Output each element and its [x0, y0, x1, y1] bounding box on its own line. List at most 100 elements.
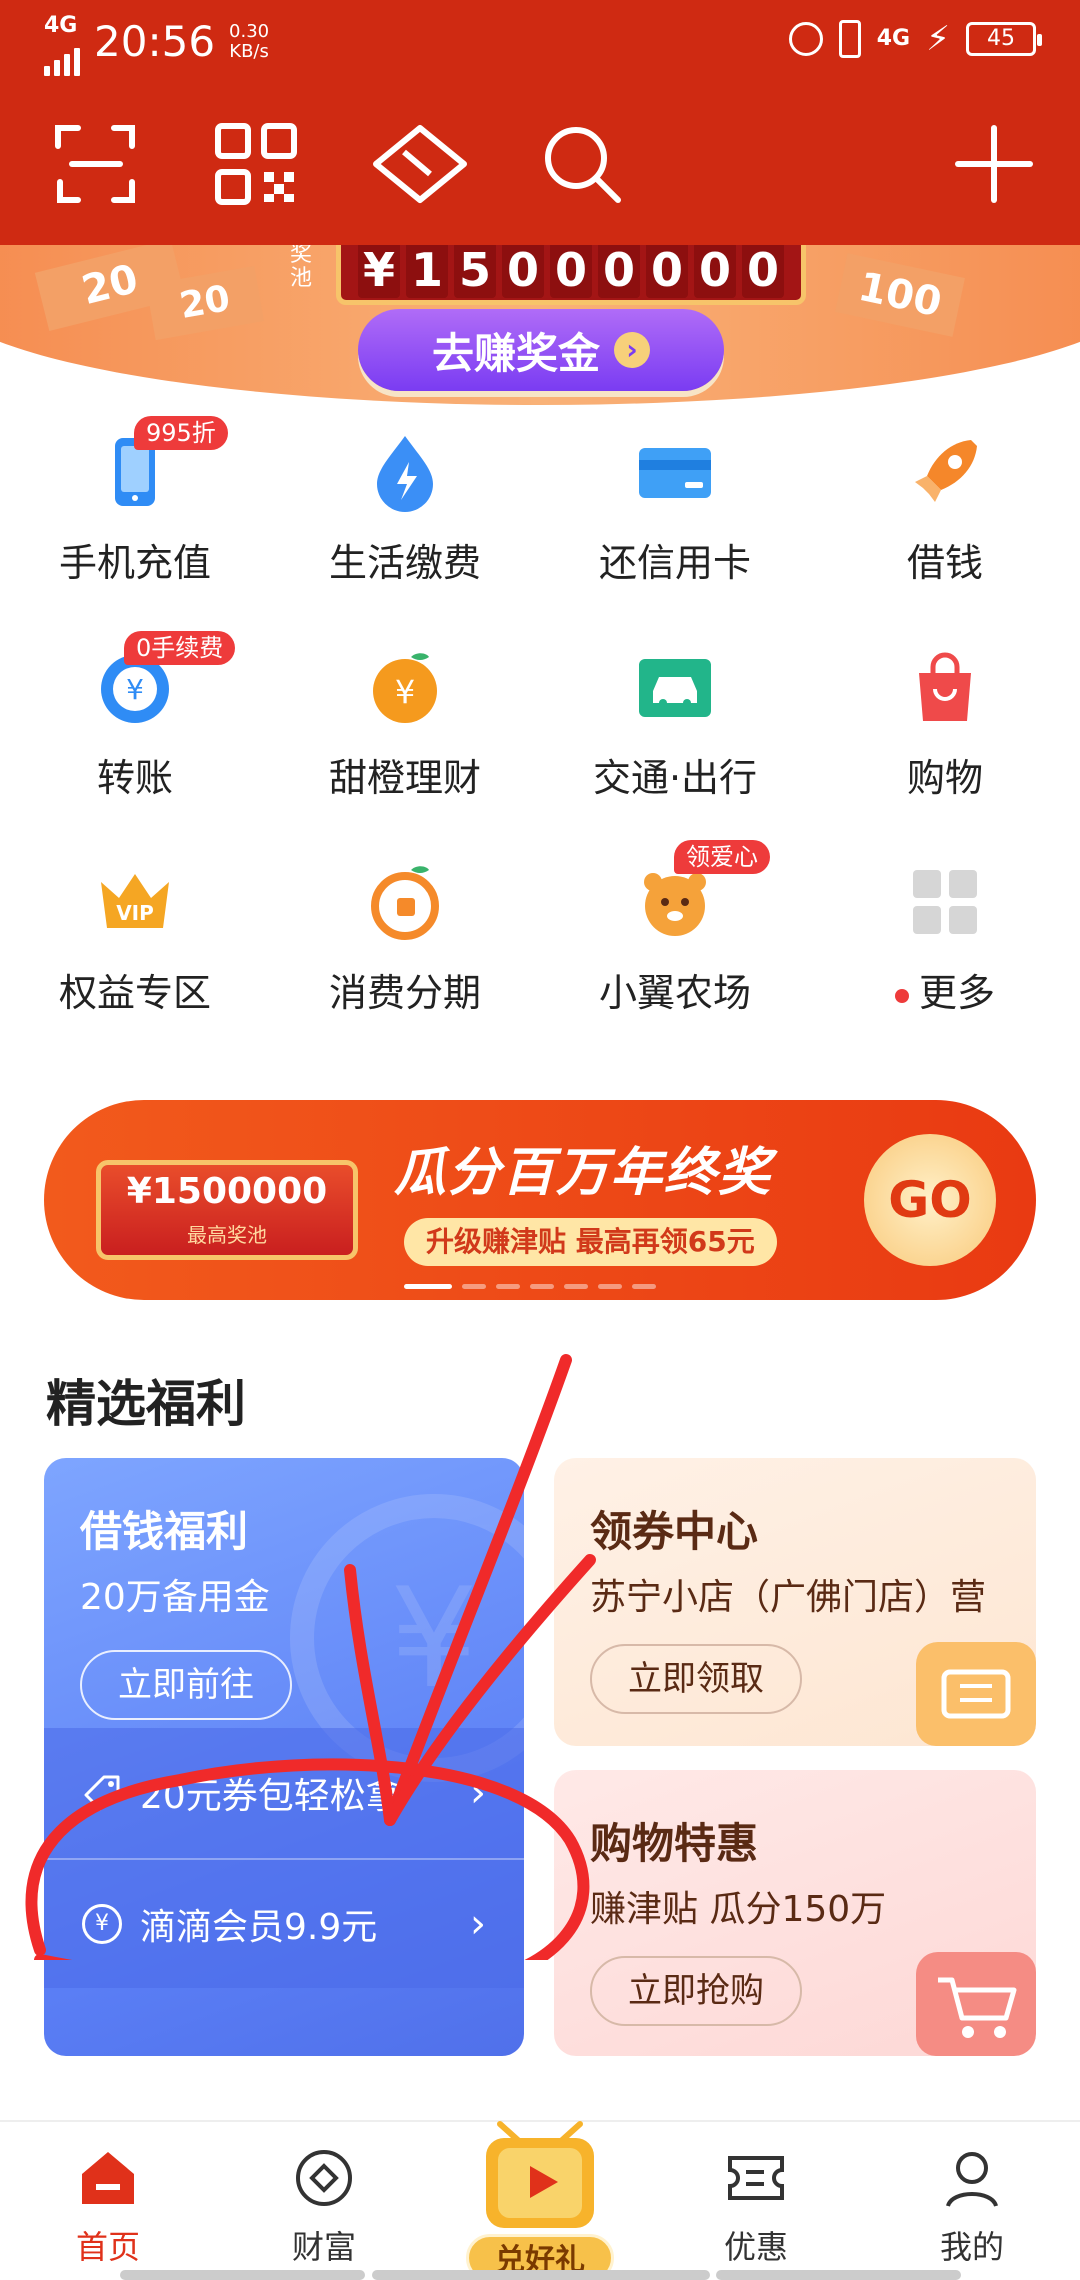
grid-item-transport[interactable]: 交通·出行 [540, 635, 810, 850]
coupon-center-card[interactable]: 领券中心 苏宁小店（广佛门店）营 立即领取 [554, 1458, 1036, 1746]
svg-text:¥: ¥ [395, 673, 415, 711]
card-title: 领券中心 [590, 1507, 759, 1556]
counter-digit: 0 [502, 245, 544, 298]
wealth-icon [296, 2150, 352, 2206]
prize-subtitle: 最高奖池 [187, 1223, 267, 1247]
chevron-right-icon: › [614, 332, 650, 368]
orange-yuan-icon: ¥ [373, 653, 437, 723]
grid-label: 购物 [906, 756, 983, 800]
network-speed: 0.30 KB/s [229, 22, 269, 62]
pool-label: 奖池 [290, 245, 313, 291]
qr-code-icon[interactable] [214, 122, 298, 206]
card-title: 借钱福利 [80, 1507, 249, 1556]
go-now-button[interactable]: 立即前往 [80, 1650, 292, 1720]
orange-bag-icon [371, 866, 439, 940]
tab-home[interactable]: 首页 [0, 2146, 216, 2268]
counter-digit: 0 [694, 245, 736, 298]
nav-gesture-bar [372, 2270, 710, 2280]
card-subtitle: 苏宁小店（广佛门店）营 [590, 1577, 987, 1618]
grid-item-farm[interactable]: 领爱心 小翼农场 [540, 840, 810, 1065]
grid-item-phone-recharge[interactable]: 995折 手机充值 [0, 416, 270, 635]
grid-item-transfer[interactable]: ¥ 0手续费 转账 [0, 631, 270, 850]
earn-bonus-button[interactable]: 去赚奖金 › [358, 309, 724, 391]
status-bar: 4G 20:56 0.30 KB/s 4G ⚡ 45 [0, 0, 1080, 80]
counter-digit: ¥ [358, 245, 400, 298]
more-label: 更多 [918, 971, 995, 1015]
grid-label: 交通·出行 [592, 756, 758, 800]
grid-item-more[interactable]: 更多 [810, 850, 1080, 1065]
vibrate-icon [838, 20, 861, 58]
tab-label: 首页 [75, 2228, 140, 2266]
charging-icon: ⚡ [926, 19, 950, 59]
grid-item-shopping[interactable]: 购物 [810, 635, 1080, 850]
red-dot-icon [894, 988, 909, 1003]
grid-item-credit-card[interactable]: 还信用卡 [540, 420, 810, 635]
top-banner[interactable]: 奖池 ¥ 1 5 0 0 0 0 0 0 20 20 100 去赚奖金 › [0, 245, 1080, 405]
tab-label: 我的 [939, 2228, 1004, 2266]
more-grid-icon [913, 870, 977, 934]
svg-text:VIP: VIP [116, 901, 154, 925]
promo-banner[interactable]: ¥1500000 最高奖池 瓜分百万年终奖 升级赚津贴 最高再领65元 GO [44, 1100, 1036, 1300]
shopping-deal-card[interactable]: 购物特惠 赚津贴 瓜分150万 立即抢购 [554, 1770, 1036, 2056]
ticket-icon [916, 1642, 1036, 1746]
grid-label: 借钱 [906, 541, 983, 585]
promo-subtitle: 升级赚津贴 最高再领65元 [404, 1218, 777, 1266]
svg-text:¥: ¥ [126, 673, 144, 706]
grid-item-vip-zone[interactable]: VIP 权益专区 [0, 850, 270, 1065]
grid-label: 手机充值 [58, 541, 211, 585]
tab-mine[interactable]: 我的 [864, 2146, 1080, 2268]
alarm-icon [788, 22, 823, 56]
counter-digit: 0 [646, 245, 688, 298]
tab-discount[interactable]: 优惠 [648, 2146, 864, 2268]
add-icon[interactable] [952, 122, 1036, 206]
coupon-pack-row[interactable]: 20元券包轻松拿 › [44, 1728, 524, 1858]
home-icon [82, 2152, 134, 2204]
row-label: 滴滴会员9.9元 [140, 1907, 378, 1948]
grid-label: 更多 [810, 962, 1080, 1017]
card-package-icon[interactable] [370, 122, 470, 206]
nav-gesture-bar [120, 2270, 365, 2280]
go-button[interactable]: GO [864, 1134, 996, 1266]
tag-icon [84, 1775, 120, 1811]
counter-digit: 0 [598, 245, 640, 298]
grid-item-loan[interactable]: 借钱 [810, 420, 1080, 635]
network-type: 4G [44, 13, 78, 38]
farm-animal-icon [644, 873, 706, 936]
grid-label: 小翼农场 [598, 971, 751, 1015]
grid-item-life-payment[interactable]: 生活缴费 [270, 420, 540, 635]
grid-badge: 995折 [134, 416, 228, 450]
loan-welfare-card[interactable]: ¥ 借钱福利 20万备用金 立即前往 20元券包轻松拿 › ¥ 滴滴会员9.9元… [44, 1458, 524, 2056]
clock: 20:56 [94, 17, 216, 66]
svg-text:¥: ¥ [390, 1558, 478, 1719]
car-icon [639, 659, 711, 717]
rocket-icon [915, 440, 977, 502]
prize-amount: ¥1500000 [126, 1171, 328, 1212]
section-title: 精选福利 [46, 1375, 246, 1433]
counter-digit: 0 [550, 245, 592, 298]
speed-value: 0.30 [229, 21, 270, 42]
credit-card-icon [639, 448, 711, 498]
counter-digit: 1 [406, 245, 448, 298]
prize-counter: ¥ 1 5 0 0 0 0 0 0 [336, 245, 806, 305]
grid-item-orange-finance[interactable]: ¥ 甜橙理财 [270, 635, 540, 850]
status-left: 4G 20:56 0.30 KB/s [44, 13, 269, 76]
promo-title: 瓜分百万年终奖 [394, 1143, 773, 1203]
header-toolbar [0, 110, 1080, 220]
drop-bolt-icon [377, 436, 433, 512]
grid-badge: 0手续费 [124, 631, 236, 665]
tab-label: 优惠 [723, 2228, 788, 2266]
didi-member-row[interactable]: ¥ 滴滴会员9.9元 › [44, 1858, 524, 1988]
earn-button-label: 去赚奖金 [431, 328, 600, 378]
grid-item-installment[interactable]: 消费分期 [270, 850, 540, 1065]
claim-now-button[interactable]: 立即领取 [590, 1644, 802, 1714]
counter-digit: 0 [742, 245, 784, 298]
cart-icon [916, 1952, 1036, 2056]
battery-icon: 45 [966, 22, 1042, 56]
network-type-2: 4G [876, 26, 911, 51]
buy-now-button[interactable]: 立即抢购 [590, 1956, 802, 2026]
tab-wealth[interactable]: 财富 [216, 2146, 432, 2268]
scan-icon[interactable] [54, 122, 138, 206]
vip-crown-icon: VIP [101, 874, 169, 928]
search-icon[interactable] [540, 122, 624, 206]
chevron-right-icon: › [470, 1901, 486, 1947]
